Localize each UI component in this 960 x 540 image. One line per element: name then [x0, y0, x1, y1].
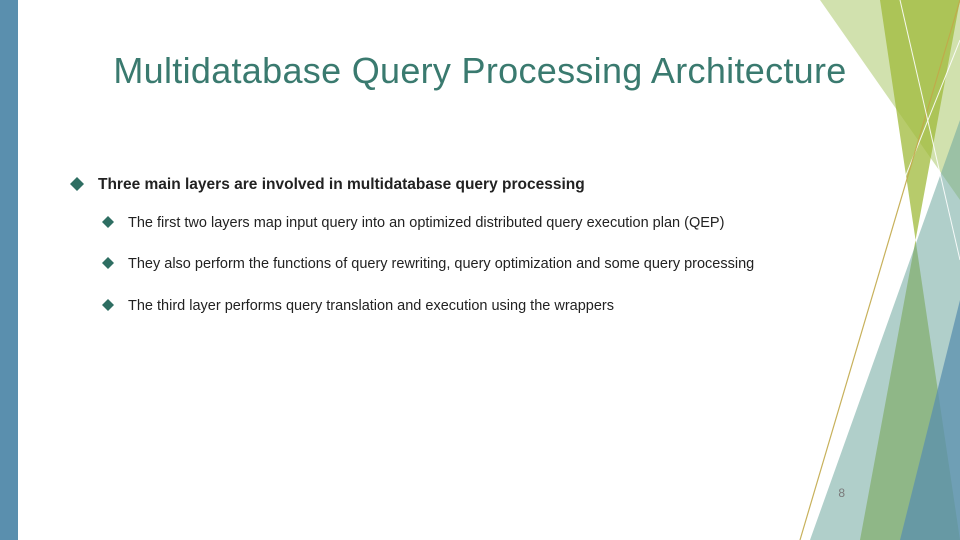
bullet-level1: Three main layers are involved in multid…	[70, 175, 870, 196]
bullet-level1-text: Three main layers are involved in multid…	[98, 176, 585, 193]
bullet-level2-text: The third layer performs query translati…	[128, 298, 614, 314]
diamond-bullet-icon	[102, 299, 114, 311]
slide-title: Multidatabase Query Processing Architect…	[0, 50, 960, 91]
slide: Multidatabase Query Processing Architect…	[0, 0, 960, 540]
page-number: 8	[838, 486, 845, 500]
diamond-bullet-icon	[102, 257, 114, 269]
bullet-level2-text: The first two layers map input query int…	[128, 215, 724, 231]
bullet-level2: The third layer performs query translati…	[70, 297, 850, 317]
slide-body: Three main layers are involved in multid…	[70, 175, 870, 339]
bullet-level2: The first two layers map input query int…	[70, 214, 850, 234]
bullet-level2: They also perform the functions of query…	[70, 255, 850, 275]
diamond-bullet-icon	[102, 216, 114, 228]
bullet-level2-text: They also perform the functions of query…	[128, 256, 754, 272]
diamond-bullet-icon	[70, 177, 84, 191]
